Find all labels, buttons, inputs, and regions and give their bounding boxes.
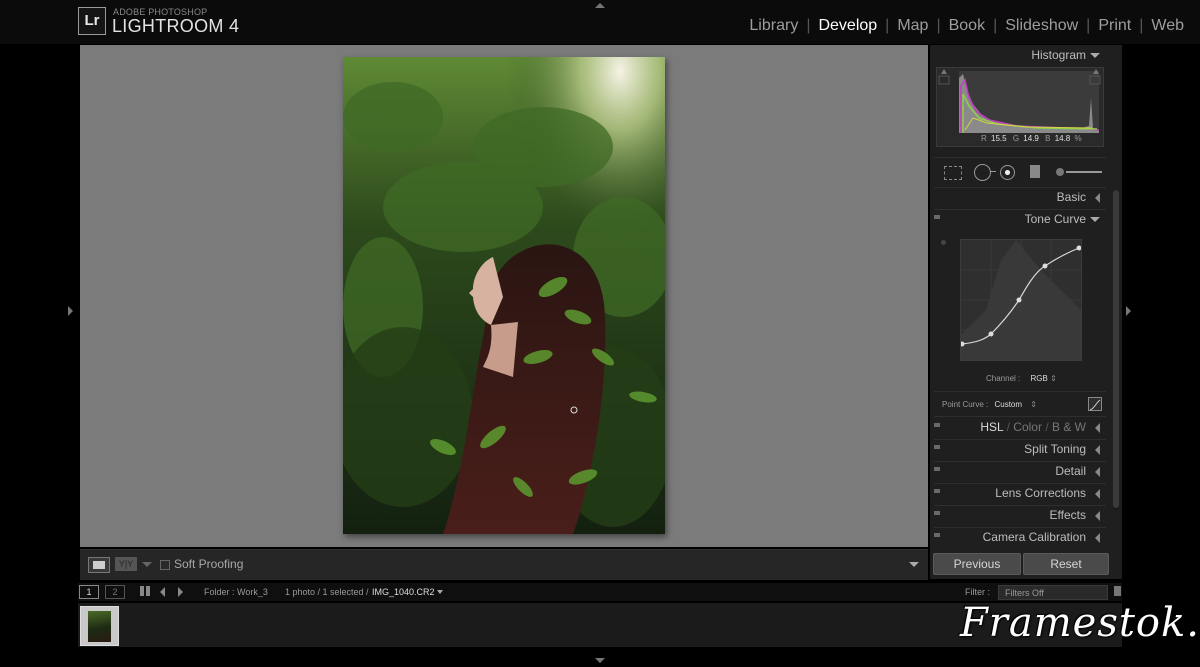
module-library[interactable]: Library xyxy=(741,17,806,35)
camera-calibration-title: Camera Calibration xyxy=(982,530,1086,544)
effects-title: Effects xyxy=(1049,508,1086,522)
tone-curve-header[interactable]: Tone Curve xyxy=(930,209,1106,229)
hsl-tab[interactable]: HSL xyxy=(980,420,1003,434)
develop-toolbar: Y|Y Soft Proofing xyxy=(80,549,928,580)
next-photo-icon[interactable] xyxy=(178,587,183,597)
hsl-header[interactable]: HSL / Color / B & W xyxy=(930,417,1106,437)
watermark: Framestok.ru xyxy=(960,600,1200,646)
detail-header[interactable]: Detail xyxy=(930,461,1106,481)
point-curve-label: Point Curve : xyxy=(942,400,989,409)
right-panel-scrollbar[interactable] xyxy=(1113,190,1119,508)
soft-proofing-label: Soft Proofing xyxy=(174,557,244,571)
portrait-image xyxy=(343,57,665,534)
channel-label: Channel : xyxy=(986,374,1021,383)
percent-unit: % xyxy=(1074,134,1082,143)
collapse-icon xyxy=(1090,53,1100,58)
filename-dropdown-icon[interactable] xyxy=(437,590,443,594)
g-label: G xyxy=(1012,134,1020,143)
r-value: 15.5 xyxy=(991,134,1007,143)
red-eye-icon[interactable] xyxy=(1000,165,1015,180)
left-panel-toggle-icon[interactable] xyxy=(68,306,73,316)
module-map[interactable]: Map xyxy=(889,17,936,35)
right-panel: Histogram R 15.5 G 14.9 B 14.8 % Basic T… xyxy=(930,45,1122,579)
second-window-button[interactable]: 2 xyxy=(105,585,125,599)
filmstrip-bar: 1 2 Folder : Work_3 1 photo / 1 selected… xyxy=(78,583,1122,601)
top-panel-toggle-icon[interactable] xyxy=(595,3,605,8)
b-label: B xyxy=(1045,134,1051,143)
filter-value: Filters Off xyxy=(1005,588,1044,598)
previous-button[interactable]: Previous xyxy=(933,553,1021,575)
g-value: 14.9 xyxy=(1023,134,1039,143)
edit-point-curve-icon[interactable] xyxy=(1088,397,1102,411)
collapse-icon xyxy=(1090,217,1100,222)
module-web[interactable]: Web xyxy=(1143,17,1192,35)
point-curve-value: Custom xyxy=(994,400,1023,409)
tool-strip xyxy=(936,163,1106,183)
module-develop[interactable]: Develop xyxy=(810,17,885,35)
before-after-button[interactable]: Y|Y xyxy=(115,557,137,571)
lens-corrections-header[interactable]: Lens Corrections xyxy=(930,483,1106,503)
target-adjustment-icon[interactable] xyxy=(941,240,946,245)
expand-icon xyxy=(1095,423,1100,433)
crop-tool-icon[interactable] xyxy=(944,166,962,180)
module-book[interactable]: Book xyxy=(941,17,993,35)
main-window-button[interactable]: 1 xyxy=(79,585,99,599)
histogram-header[interactable]: Histogram xyxy=(930,45,1106,65)
loupe-view-button[interactable] xyxy=(88,557,110,573)
expand-icon xyxy=(1095,467,1100,477)
module-picker: Library | Develop | Map | Book | Slideshow | … xyxy=(741,17,1192,35)
tone-curve-plot xyxy=(959,240,1082,360)
expand-icon xyxy=(1095,489,1100,499)
grid-view-icon[interactable] xyxy=(140,586,150,596)
tone-curve-title: Tone Curve xyxy=(1024,212,1086,226)
previous-photo-icon[interactable] xyxy=(160,587,165,597)
expand-icon xyxy=(1095,511,1100,521)
filmstrip-thumbnail[interactable] xyxy=(80,606,119,646)
expand-icon xyxy=(1095,445,1100,455)
basic-header[interactable]: Basic xyxy=(930,187,1106,207)
module-slideshow[interactable]: Slideshow xyxy=(997,17,1086,35)
b-value: 14.8 xyxy=(1054,134,1071,143)
expand-icon xyxy=(1095,193,1100,203)
effects-header[interactable]: Effects xyxy=(930,505,1106,525)
folder-label[interactable]: Folder : Work_3 xyxy=(204,587,268,597)
histogram-readout: R 15.5 G 14.9 B 14.8 % xyxy=(981,134,1082,143)
lightroom-logo: Lr xyxy=(78,7,106,35)
selection-count: 1 photo / 1 selected / xyxy=(285,587,369,597)
right-panel-toggle-icon[interactable] xyxy=(1126,306,1131,316)
filter-select[interactable]: Filters Off xyxy=(998,585,1108,600)
bw-tab[interactable]: B & W xyxy=(1052,420,1086,434)
bottom-panel-toggle-icon[interactable] xyxy=(595,658,605,663)
split-toning-header[interactable]: Split Toning xyxy=(930,439,1106,459)
before-after-dropdown-icon[interactable] xyxy=(142,562,152,567)
graduated-filter-icon[interactable] xyxy=(1030,165,1040,178)
brand-title: LIGHTROOM 4 xyxy=(112,16,240,36)
tone-curve-graph[interactable] xyxy=(959,239,1082,361)
expand-icon xyxy=(1095,533,1100,543)
channel-row[interactable]: Channel : RGB ⇕ xyxy=(986,374,1057,383)
histogram[interactable]: R 15.5 G 14.9 B 14.8 % xyxy=(936,67,1104,147)
filter-label: Filter : xyxy=(965,587,991,597)
thumbnail-image xyxy=(88,611,111,642)
soft-proofing-checkbox[interactable] xyxy=(160,560,170,570)
channel-value: RGB xyxy=(1030,374,1048,383)
reset-button[interactable]: Reset xyxy=(1023,553,1109,575)
camera-calibration-header[interactable]: Camera Calibration xyxy=(930,527,1106,547)
basic-title: Basic xyxy=(1056,190,1086,204)
adjustment-brush-icon[interactable] xyxy=(1056,168,1064,176)
filter-lock-icon[interactable] xyxy=(1114,586,1121,596)
point-curve-row[interactable]: Point Curve : Custom ⇕ xyxy=(942,400,1037,409)
split-toning-title: Split Toning xyxy=(1024,442,1086,456)
color-tab[interactable]: Color xyxy=(1013,420,1042,434)
main-photo[interactable] xyxy=(343,57,665,534)
detail-title: Detail xyxy=(1055,464,1086,478)
spot-removal-icon[interactable] xyxy=(974,164,991,181)
module-print[interactable]: Print xyxy=(1090,17,1139,35)
lens-corrections-title: Lens Corrections xyxy=(995,486,1086,500)
r-label: R xyxy=(981,134,987,143)
filename-label[interactable]: IMG_1040.CR2 xyxy=(372,587,435,597)
histogram-title: Histogram xyxy=(1031,48,1086,62)
toolbar-content-dropdown-icon[interactable] xyxy=(909,562,919,567)
